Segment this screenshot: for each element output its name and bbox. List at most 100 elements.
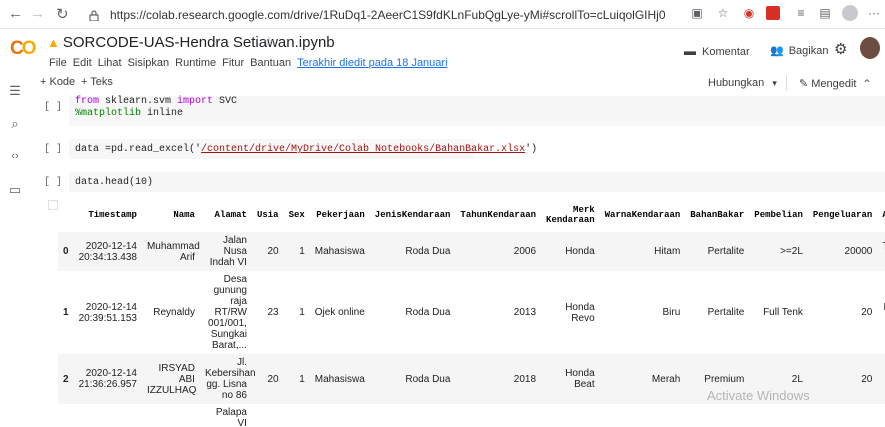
notebook-title-text[interactable]: SORCODE-UAS-Hendra Setiawan.ipynb — [63, 34, 335, 51]
output-toggle-icon[interactable] — [48, 200, 58, 210]
index-header — [58, 198, 74, 232]
table-of-contents-icon[interactable]: ☰ — [8, 83, 22, 99]
table-cell — [600, 404, 686, 427]
code-text: sklearn.svm — [99, 96, 178, 107]
table-cell: Roda Dua — [405, 307, 451, 318]
table-cell: Honda Beat — [541, 354, 600, 404]
table-cell — [541, 404, 600, 427]
table-cell: Palapa VI — [215, 407, 247, 427]
table-cell — [74, 404, 142, 427]
code-line[interactable]: %matplotlib inline — [75, 108, 183, 119]
table-cell: Roda Dua — [369, 232, 456, 271]
activate-windows-watermark: Activate Windows — [707, 388, 810, 403]
bookmark-star-icon[interactable]: ☆ — [716, 6, 730, 20]
column-header: Nama — [173, 210, 195, 220]
table-cell: 2020-12-14 21:36:26.957 — [73, 354, 142, 404]
menu-tools[interactable]: Fitur — [222, 57, 244, 69]
keyword: from — [75, 96, 100, 107]
table-cell: 20 — [251, 354, 284, 404]
run-cell-button[interactable]: [ ] — [44, 144, 62, 155]
table-row: 1 2020-12-14 20:39:51.153 Reynaldy Desa gun… — [58, 271, 885, 354]
extension-icon[interactable]: ◉ — [742, 6, 756, 20]
more-icon[interactable]: ··· — [867, 6, 881, 20]
run-cell-button[interactable]: [ ] — [44, 177, 62, 188]
add-text-button[interactable]: + Teks — [81, 76, 113, 88]
table-cell: Jl. Kebersihan gg. Lisna no 86 — [199, 354, 256, 404]
code-line[interactable]: data =pd.read_excel('/content/drive/MyDr… — [75, 144, 537, 155]
reload-icon[interactable]: ↻ — [56, 5, 69, 23]
table-cell: Pertalite — [685, 232, 750, 271]
code-text: inline — [141, 108, 184, 119]
connect-button[interactable]: Hubungkan ▾ — [708, 77, 777, 89]
table-cell — [455, 404, 541, 427]
toolbar-divider — [786, 75, 787, 91]
column-header: JenisKendaraan — [374, 210, 451, 220]
table-cell: 1 — [283, 232, 310, 271]
table-cell: 20000 — [807, 232, 878, 271]
notebook-title[interactable]: ▲ SORCODE-UAS-Hendra Setiawan.ipynb — [47, 34, 335, 51]
collapse-header-icon[interactable]: ⌃ — [862, 77, 872, 91]
translate-icon[interactable]: ▣ — [690, 6, 704, 20]
menu-edit[interactable]: Edit — [73, 57, 92, 69]
files-folder-icon[interactable]: ▭ — [8, 182, 22, 198]
table-cell: Roda Dua — [369, 354, 456, 404]
table-cell: Honda Revo — [565, 301, 595, 324]
table-cell: Honda — [541, 232, 600, 271]
connect-label: Hubungkan — [708, 77, 765, 89]
run-cell-button[interactable]: [ ] — [44, 102, 62, 113]
pencil-icon: ✎ — [799, 78, 809, 90]
table-cell: Pertalite — [707, 307, 745, 318]
menu-bar: File Edit Lihat Sisipkan Runtime Fitur Bantuan… — [49, 57, 454, 69]
menu-view[interactable]: Lihat — [98, 57, 122, 69]
table-cell: Merah — [599, 354, 686, 404]
settings-gear-icon[interactable]: ⚙ — [834, 40, 847, 58]
code-snippets-icon[interactable]: ‹› — [8, 150, 22, 162]
menu-file[interactable]: File — [49, 57, 67, 69]
code-line[interactable]: from sklearn.svm import SVC — [75, 96, 237, 107]
menu-help[interactable]: Bantuan — [250, 57, 291, 69]
table-cell: Biru — [662, 307, 681, 318]
table-cell: 2013 — [513, 307, 537, 318]
profile-icon[interactable] — [842, 5, 858, 21]
column-header: BahanBakar — [690, 210, 745, 220]
star-icon[interactable]: ☆ — [263, 34, 275, 50]
table-header-row: Timestamp Nama Alamat Usia Sex Pekerjaan… — [58, 198, 885, 232]
code-text: data =pd.read_excel(' — [75, 144, 202, 155]
share-button[interactable]: 👥 Bagikan — [770, 44, 828, 57]
table-row: Palapa VI — [58, 404, 885, 427]
extension-red-icon[interactable] — [766, 6, 780, 20]
table-cell: Full Tenk — [763, 307, 803, 318]
forward-icon[interactable]: → — [30, 5, 45, 22]
add-code-button[interactable]: + Kode — [40, 76, 75, 88]
table-cell: Mahasiswa — [309, 232, 370, 271]
table-cell — [284, 404, 310, 427]
code-cell-3[interactable] — [69, 172, 885, 192]
menu-runtime[interactable]: Runtime — [175, 57, 216, 69]
collections-icon[interactable]: ▤ — [818, 6, 832, 20]
back-icon[interactable]: ← — [8, 5, 23, 22]
avatar[interactable] — [860, 37, 880, 59]
url-bar[interactable]: https://colab.research.google.com/drive/… — [110, 8, 666, 22]
string-path-link[interactable]: /content/drive/MyDrive/Colab Notebooks/B… — [201, 144, 525, 155]
column-header: Pembelian — [754, 210, 803, 220]
comment-icon: ▬ — [684, 44, 696, 58]
editing-label: Mengedit — [811, 78, 857, 90]
reading-list-icon[interactable]: ≡ — [794, 6, 808, 20]
table-cell: 1 — [283, 354, 310, 404]
code-text: SVC — [213, 96, 238, 107]
editing-mode-button[interactable]: ✎ Mengedit — [799, 77, 856, 90]
code-line[interactable]: data.head(10) — [75, 177, 153, 188]
last-edited-link[interactable]: Terakhir diedit pada 18 Januari — [297, 57, 447, 69]
table-row: 0 2020-12-14 20:34:13.438 Muhammad Arif Jal… — [58, 232, 885, 271]
lock-icon — [89, 8, 99, 22]
table-cell: Tergan ad — [877, 232, 885, 271]
column-header: Merk Kendaraan — [546, 205, 595, 225]
comment-button[interactable]: ▬ Komentar — [684, 44, 750, 58]
column-header: Pengeluaran — [812, 210, 873, 220]
column-header: Usia — [256, 210, 279, 220]
table-cell: 2018 — [455, 354, 542, 404]
search-icon[interactable]: ⌕ — [8, 116, 22, 132]
menu-insert[interactable]: Sisipkan — [128, 57, 170, 69]
table-cell: IRSYAD ABI IZZULHAQ — [141, 354, 200, 404]
comment-label: Komentar — [702, 46, 750, 58]
